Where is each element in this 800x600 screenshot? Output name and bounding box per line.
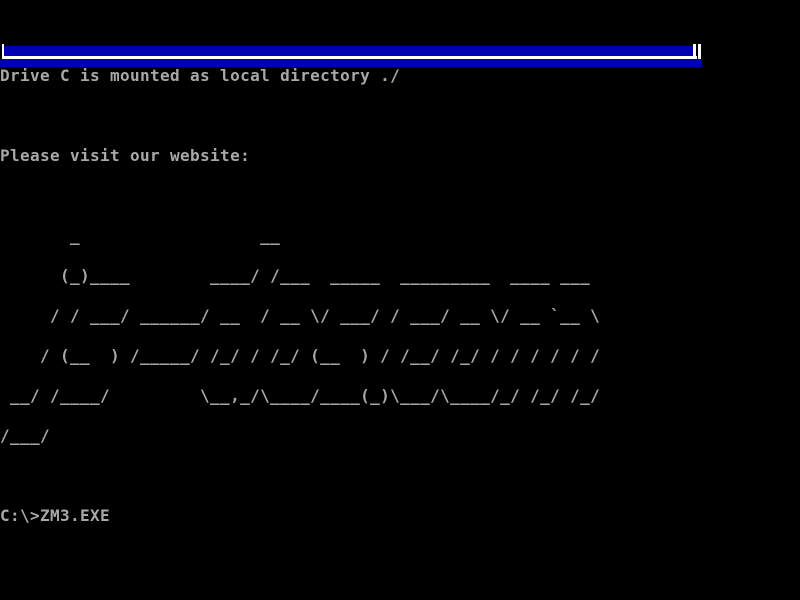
terminal-line-blank (0, 546, 610, 566)
ascii-logo-row-3: / / ___/ ______/ __ / __ \/ ___/ / ___/ … (0, 306, 610, 326)
ascii-logo-row-2: (_)____ ____/ /___ _____ _________ ____ … (0, 266, 610, 286)
terminal-line-website-message: Please visit our website: (0, 146, 610, 166)
ascii-logo-row-5: __/ /____/ \__,_/\____/____(_)\___/\____… (0, 386, 610, 406)
dos-screen: Drive C is mounted as local directory ./… (0, 0, 800, 600)
ascii-logo-row-4: / (__ ) /_____/ /_/ / /_/ (__ ) / /__/ /… (0, 346, 610, 366)
terminal-line-blank (0, 586, 610, 600)
loading-bar-border-right-inner (693, 44, 696, 59)
terminal-line-blank (0, 186, 610, 206)
loading-bar-border-right-outer (698, 44, 701, 59)
command-prompt-line: C:\>ZM3.EXE (0, 506, 610, 526)
loading-bar-fill (4, 46, 693, 56)
terminal-line-blank (0, 106, 610, 126)
terminal-line-blank (0, 466, 610, 486)
ascii-logo-row-1: _ __ (0, 226, 610, 246)
terminal-line-mount-message: Drive C is mounted as local directory ./ (0, 66, 610, 86)
terminal-output: Drive C is mounted as local directory ./… (0, 66, 610, 600)
ascii-logo-row-6: /___/ (0, 426, 610, 446)
